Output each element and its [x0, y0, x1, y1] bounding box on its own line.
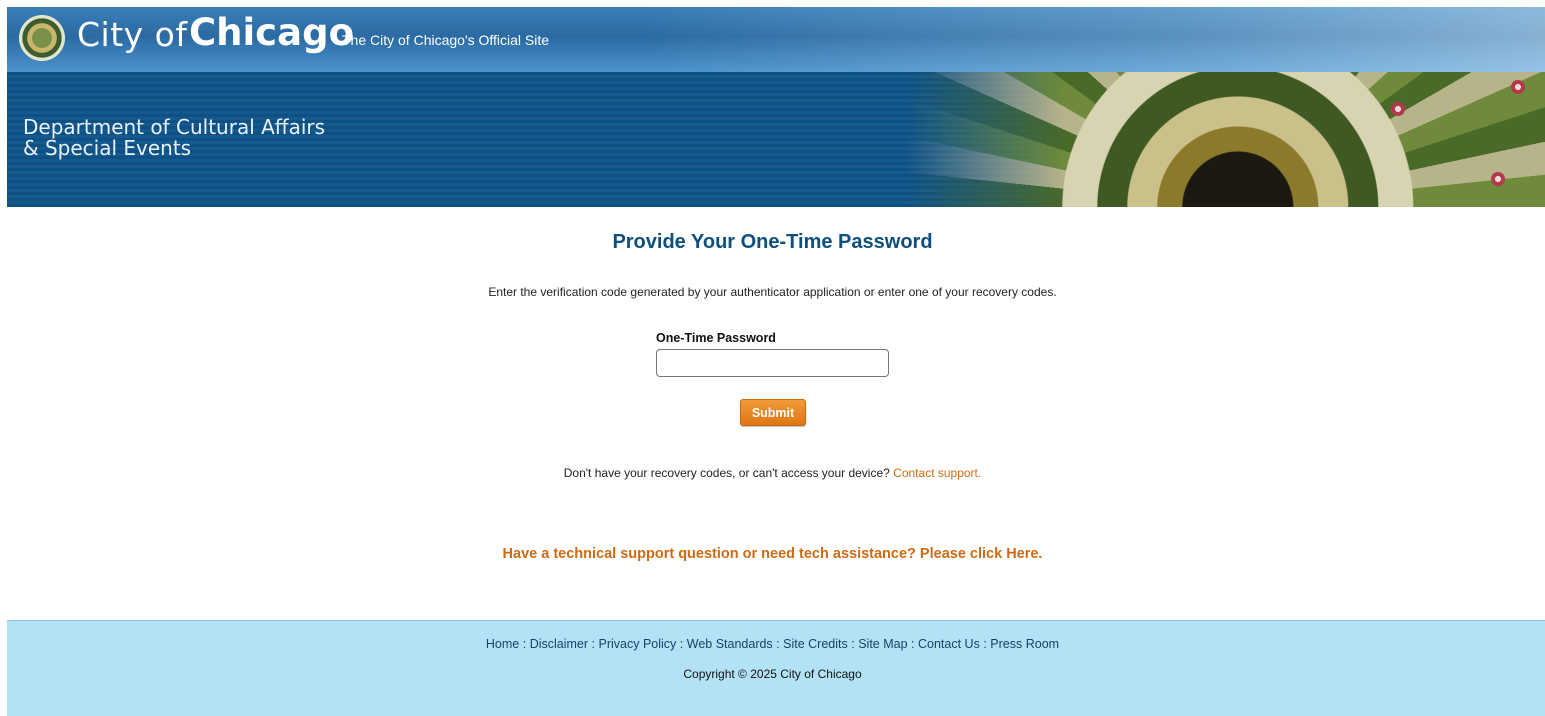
footer-link-press-room[interactable]: Press Room: [990, 637, 1059, 651]
brand-chicago[interactable]: Chicago: [189, 11, 354, 54]
footer-link-web-standards[interactable]: Web Standards: [687, 637, 773, 651]
brand-bar: City of Chicago The City of Chicago's Of…: [7, 7, 1545, 72]
glass-flower-icon: [1511, 80, 1525, 94]
submit-button[interactable]: Submit: [740, 399, 806, 426]
footer-separator: :: [851, 637, 855, 651]
help-text: Don't have your recovery codes, or can't…: [563, 466, 890, 480]
footer-link-disclaimer[interactable]: Disclaimer: [530, 637, 588, 651]
page-title: Provide Your One-Time Password: [612, 231, 933, 253]
footer-link-privacy-policy[interactable]: Privacy Policy: [599, 637, 677, 651]
contact-support-link[interactable]: Contact support.: [893, 466, 981, 480]
help-line: Don't have your recovery codes, or can't…: [7, 466, 1538, 480]
otp-label: One-Time Password: [656, 331, 776, 345]
footer-link-site-map[interactable]: Site Map: [858, 637, 907, 651]
footer-link-home[interactable]: Home: [486, 637, 519, 651]
tech-support-link[interactable]: Have a technical support question or nee…: [7, 546, 1538, 562]
main-content: Provide Your One-Time Password Enter the…: [7, 207, 1545, 620]
glass-flower-icon: [1491, 172, 1505, 186]
footer-links: Home : Disclaimer : Privacy Policy : Web…: [7, 637, 1538, 651]
footer-separator: :: [983, 637, 987, 651]
brand-city-of[interactable]: City of: [77, 15, 187, 54]
footer-separator: :: [911, 637, 915, 651]
footer: Home : Disclaimer : Privacy Policy : Web…: [7, 620, 1545, 716]
instructions-text: Enter the verification code generated by…: [488, 285, 1057, 299]
department-name: Department of Cultural Affairs & Special…: [23, 115, 326, 160]
glass-flower-icon: [1391, 102, 1405, 116]
footer-separator: :: [522, 637, 527, 651]
department-banner: Department of Cultural Affairs & Special…: [7, 72, 1545, 207]
stained-glass-image: [905, 72, 1545, 207]
footer-link-contact-us[interactable]: Contact Us: [918, 637, 980, 651]
footer-separator: :: [591, 637, 596, 651]
brand-tagline: The City of Chicago's Official Site: [342, 32, 550, 48]
footer-link-site-credits[interactable]: Site Credits: [783, 637, 848, 651]
city-seal-icon[interactable]: [19, 15, 65, 61]
otp-input[interactable]: [656, 349, 889, 377]
footer-separator: :: [679, 637, 684, 651]
copyright-text: Copyright © 2025 City of Chicago: [683, 667, 862, 681]
page: City of Chicago The City of Chicago's Of…: [7, 7, 1545, 716]
footer-separator: :: [776, 637, 780, 651]
